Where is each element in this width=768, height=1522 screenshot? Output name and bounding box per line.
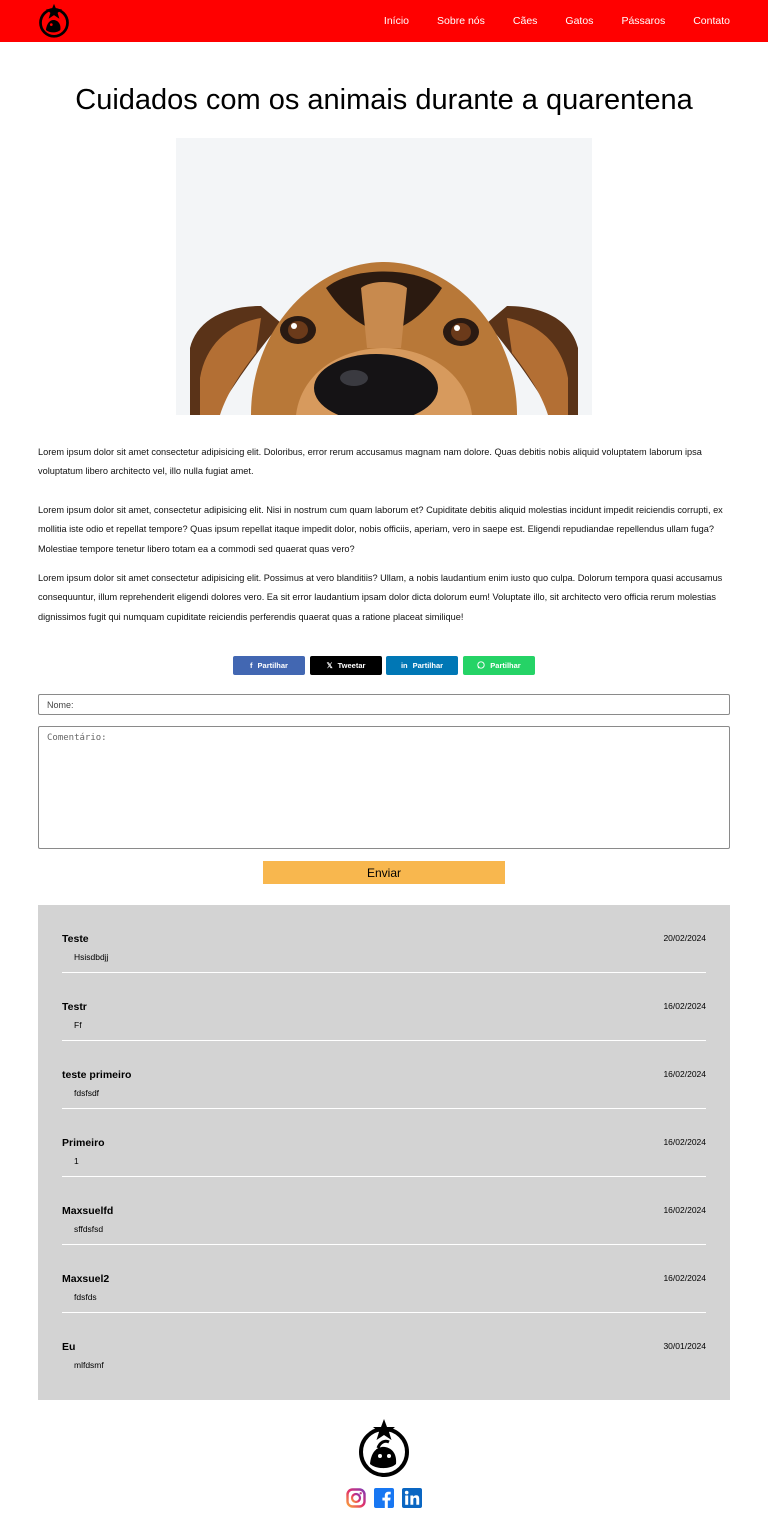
comment-text: sffdsfsd	[74, 1224, 104, 1234]
comment-item: teste primeiro 16/02/2024 fdsfsdf	[62, 1041, 706, 1109]
comment-date: 16/02/2024	[663, 1001, 706, 1011]
main-nav: Início Sobre nós Cães Gatos Pássaros Con…	[356, 0, 730, 42]
instagram-icon[interactable]	[346, 1488, 366, 1508]
comment-text: fdsfsdf	[74, 1088, 100, 1098]
comment-textarea[interactable]	[38, 726, 730, 849]
share-twitter-label: Tweetar	[337, 661, 366, 670]
comment-text: Ff	[74, 1020, 82, 1030]
comment-date: 16/02/2024	[663, 1205, 706, 1215]
nav-passaros[interactable]: Pássaros	[621, 15, 665, 27]
page-title: Cuidados com os animais durante a quaren…	[75, 84, 693, 116]
comment-date: 20/02/2024	[663, 933, 706, 943]
comment-date: 16/02/2024	[663, 1273, 706, 1283]
nav-caes[interactable]: Cães	[513, 15, 538, 27]
comment-author: Maxsuel2	[62, 1273, 110, 1285]
facebook-icon: f	[250, 661, 253, 670]
article-paragraph-3: Lorem ipsum dolor sit amet consectetur a…	[38, 573, 723, 622]
comment-author: Testr	[62, 1001, 87, 1013]
article-paragraph-2: Lorem ipsum dolor sit amet, consectetur …	[38, 505, 723, 554]
comment-item: Eu 30/01/2024 mlfdsmf	[62, 1313, 706, 1381]
article-paragraph-1: Lorem ipsum dolor sit amet consectetur a…	[38, 447, 702, 477]
comment-date: 16/02/2024	[663, 1069, 706, 1079]
comment-author: Primeiro	[62, 1137, 105, 1149]
facebook-icon[interactable]	[374, 1488, 394, 1508]
comment-text: fdsfds	[74, 1292, 97, 1302]
comment-author: Maxsuelfd	[62, 1205, 114, 1217]
nav-gatos[interactable]: Gatos	[565, 15, 593, 27]
x-icon: 𝕏	[326, 661, 333, 670]
comment-item: Primeiro 16/02/2024 1	[62, 1109, 706, 1177]
nav-sobre-nos[interactable]: Sobre nós	[437, 15, 485, 27]
comment-author: Teste	[62, 933, 89, 945]
comment-date: 30/01/2024	[663, 1341, 706, 1351]
share-linkedin-button[interactable]: in Partilhar	[386, 656, 458, 675]
comment-item: Maxsuelfd 16/02/2024 sffdsfsd	[62, 1177, 706, 1245]
share-whatsapp-button[interactable]: Partilhar	[463, 656, 535, 675]
comment-text: Hsisdbdjj	[74, 952, 109, 962]
linkedin-icon: in	[400, 661, 408, 670]
nav-inicio[interactable]: Início	[384, 15, 409, 27]
nav-contato[interactable]: Contato	[693, 15, 730, 27]
comment-item: Teste 20/02/2024 Hsisdbdjj	[62, 905, 706, 973]
comment-text: 1	[74, 1156, 79, 1166]
share-facebook-button[interactable]: f Partilhar	[233, 656, 305, 675]
comment-author: Eu	[62, 1341, 76, 1353]
share-twitter-button[interactable]: 𝕏 Tweetar	[310, 656, 382, 675]
share-linkedin-label: Partilhar	[412, 661, 444, 670]
whatsapp-icon	[477, 660, 485, 671]
share-facebook-label: Partilhar	[257, 661, 288, 670]
name-input[interactable]	[38, 694, 730, 715]
logo-icon[interactable]	[36, 3, 72, 39]
hero-dog-image	[176, 138, 592, 415]
comment-date: 16/02/2024	[663, 1137, 706, 1147]
share-whatsapp-label: Partilhar	[490, 661, 521, 670]
comment-item: Maxsuel2 16/02/2024 fdsfds	[62, 1245, 706, 1313]
linkedin-icon[interactable]	[402, 1488, 422, 1508]
comment-text: mlfdsmf	[74, 1360, 104, 1370]
top-navbar: Início Sobre nós Cães Gatos Pássaros Con…	[0, 0, 768, 42]
comment-author: teste primeiro	[62, 1069, 132, 1081]
footer-logo-icon[interactable]	[358, 1418, 410, 1478]
submit-button[interactable]: Enviar	[263, 861, 505, 884]
comments-list: Teste 20/02/2024 Hsisdbdjj Testr 16/02/2…	[38, 905, 730, 1400]
comment-item: Testr 16/02/2024 Ff	[62, 973, 706, 1041]
